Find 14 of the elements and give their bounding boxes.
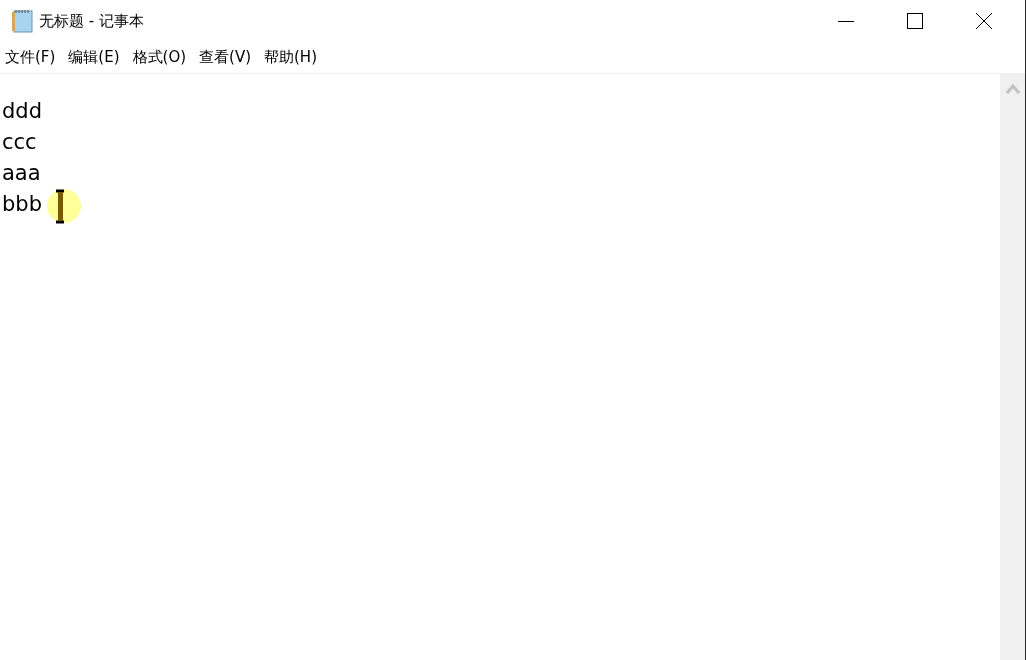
text-content[interactable]: ddd ccc aaa bbb xyxy=(2,96,42,220)
menu-item[interactable]: 格式(O) xyxy=(129,48,197,67)
window-title: 无标题 - 记事本 xyxy=(39,11,144,31)
close-icon xyxy=(976,13,992,29)
text-cursor-icon xyxy=(46,188,82,224)
menu-item[interactable]: 文件(F) xyxy=(2,48,66,67)
menu-item[interactable]: 编辑(E) xyxy=(65,48,130,67)
notepad-icon xyxy=(12,9,34,33)
minimize-icon xyxy=(838,20,854,22)
menu-item[interactable]: 查看(V) xyxy=(196,48,261,67)
maximize-icon xyxy=(907,13,923,29)
scroll-up-icon[interactable] xyxy=(1005,84,1020,94)
menu-item[interactable]: 帮助(H) xyxy=(261,48,327,67)
scrollbar[interactable] xyxy=(1000,74,1025,660)
